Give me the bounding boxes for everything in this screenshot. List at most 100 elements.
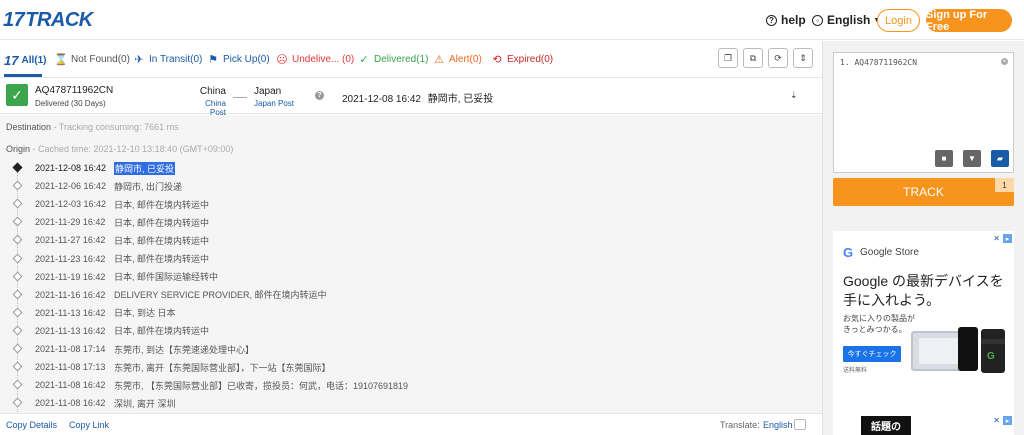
event-time: 2021-12-03 16:42 bbox=[35, 199, 107, 210]
filter-icon: ▼ bbox=[968, 154, 976, 163]
event-description: 东莞市, 离开【东莞国际营业部】，下一站【东莞国际】 bbox=[114, 362, 331, 373]
tab-in-transit[interactable]: ✈ In Transit(0) bbox=[133, 53, 202, 66]
timeline-dot-icon bbox=[12, 289, 23, 300]
ad-choices-icon[interactable]: ▸ bbox=[1003, 234, 1012, 243]
clear-icon[interactable]: × bbox=[1001, 58, 1008, 65]
timeline-dot-icon bbox=[12, 198, 23, 209]
copy-details-link[interactable]: Copy Details bbox=[6, 420, 57, 430]
login-button[interactable]: Login bbox=[877, 9, 920, 32]
tab-label: Pick Up(0) bbox=[223, 53, 270, 65]
event-description: 深圳, 离开 深圳 bbox=[114, 398, 176, 409]
status-tabs: 17 All(1) ⌛ Not Found(0) ✈ In Transit(0)… bbox=[0, 41, 822, 78]
event-description: 东莞市, 【东莞国际营业部】已收寄，揽投员：何武，电话：19107691819 bbox=[114, 380, 409, 391]
logo[interactable]: 17 TRACK bbox=[3, 8, 93, 32]
tab-pick-up[interactable]: ⚑ Pick Up(0) bbox=[207, 53, 270, 66]
event-description: 日本, 邮件国际运输经转中 bbox=[114, 272, 219, 283]
expand-toggle-icon[interactable]: ⇣ bbox=[790, 90, 798, 101]
tab-expired[interactable]: ⟲ Expired(0) bbox=[491, 53, 554, 66]
timeline-dot-icon bbox=[12, 379, 23, 390]
event-description: 日本, 邮件在境内转运中 bbox=[114, 235, 210, 246]
language-selector[interactable]: ◦ English ▼ bbox=[812, 13, 880, 27]
detail-footer: Copy Details Copy Link Translate: Englis… bbox=[0, 413, 822, 435]
trash-icon: ■ bbox=[941, 154, 947, 163]
event-description: 日本, 邮件在境内转运中 bbox=[114, 326, 210, 337]
section-title: Origin bbox=[6, 144, 31, 154]
warning-icon: ⚠ bbox=[434, 53, 444, 66]
copy-all-button[interactable]: ⧉ bbox=[743, 48, 763, 68]
timeline-dot-icon bbox=[12, 361, 23, 372]
timeline-event: 2021-12-06 16:42 静岡市, 出门投递 bbox=[0, 177, 822, 195]
ad-fineprint: 送料無料 bbox=[843, 368, 868, 374]
event-time: 2021-11-13 16:42 bbox=[35, 325, 106, 336]
ad-choices-icon[interactable]: ▸ bbox=[1003, 416, 1012, 425]
tab-alert[interactable]: ⚠ Alert(0) bbox=[433, 53, 482, 66]
event-time: 2021-11-27 16:42 bbox=[35, 235, 106, 246]
origin-info: China China Post bbox=[190, 86, 226, 117]
translate-language[interactable]: English bbox=[763, 420, 793, 430]
event-time: 2021-12-06 16:42 bbox=[35, 181, 107, 192]
copy-link-link[interactable]: Copy Link bbox=[69, 420, 109, 430]
timeline-event: 2021-11-19 16:42 日本, 邮件国际运输经转中 bbox=[0, 268, 822, 286]
event-description: 日本, 邮件在境内转运中 bbox=[114, 199, 210, 210]
ad-close-icon[interactable]: ✕ bbox=[993, 416, 1000, 425]
tab-label: Alert(0) bbox=[449, 53, 482, 65]
event-time: 2021-11-13 16:42 bbox=[35, 307, 106, 318]
event-time: 2021-11-08 17:14 bbox=[35, 344, 106, 354]
question-icon: ? bbox=[766, 14, 777, 26]
tracking-number-textarea[interactable]: 1. AQ478711962CN × ■ ▼ ▰ bbox=[833, 52, 1014, 173]
tab-all[interactable]: 17 All(1) bbox=[4, 53, 46, 68]
event-time: 2021-11-08 17:13 bbox=[35, 362, 106, 373]
tab-delivered[interactable]: ✓ Delivered(1) bbox=[358, 53, 429, 66]
track-count-badge: 1 bbox=[995, 178, 1014, 192]
copy-icon: ❐ bbox=[723, 52, 733, 63]
timeline-dot-icon bbox=[12, 343, 23, 354]
second-ad[interactable]: 話題の ▸ ✕ bbox=[833, 413, 1014, 435]
event-description: 静岡市, 出门投递 bbox=[114, 181, 183, 192]
ad-sub-line: お気に入りの製品が bbox=[843, 314, 915, 323]
event-time: 2021-11-08 16:42 bbox=[35, 398, 106, 409]
tab-label: Expired(0) bbox=[507, 53, 554, 65]
latest-desc: 静岡市, 已妥投 bbox=[427, 94, 494, 105]
timeline-event: 2021-11-29 16:42 日本, 邮件在境内转运中 bbox=[0, 213, 822, 231]
ad-close-icon[interactable]: ✕ bbox=[993, 234, 1000, 243]
tab-not-found[interactable]: ⌛ Not Found(0) bbox=[54, 53, 130, 66]
tracking-number: AQ478711962CN bbox=[35, 85, 114, 96]
refresh-button[interactable]: ⟳ bbox=[768, 48, 788, 68]
delete-button[interactable]: ■ bbox=[935, 150, 953, 167]
logo-text: TRACK bbox=[25, 8, 93, 31]
track-button[interactable]: TRACK bbox=[833, 178, 1014, 206]
section-note: - Tracking consuming: 7661 ms bbox=[51, 122, 179, 132]
copy-button[interactable]: ❐ bbox=[718, 48, 738, 68]
flag-icon: ⚑ bbox=[208, 53, 218, 66]
timeline-event: 2021-11-27 16:42 日本, 邮件在境内转运中 bbox=[0, 231, 822, 249]
timeline-dot-icon bbox=[12, 216, 23, 227]
tab-label: Delivered(1) bbox=[374, 53, 429, 65]
origin-section-label: Origin - Cached time: 2021-12-10 13:18:4… bbox=[6, 144, 233, 154]
question-icon[interactable]: ? bbox=[315, 91, 324, 100]
timeline-dot-icon bbox=[12, 271, 23, 282]
timeline-event: 2021-11-08 16:42 东莞市, 【东莞国际营业部】已收寄，揽投员：何武… bbox=[0, 376, 822, 394]
ad-cta-button[interactable]: 今すぐチェック bbox=[843, 346, 901, 362]
tab-undelivered[interactable]: ☹ Undelive... (0) bbox=[276, 53, 354, 66]
17-badge-icon: 17 bbox=[4, 53, 19, 68]
latest-event: 2021-12-08 16:42 静岡市, 已妥投 bbox=[342, 90, 493, 105]
timeline-event: 2021-11-08 16:42 深圳, 离开 深圳 bbox=[0, 394, 822, 412]
help-link[interactable]: ? help bbox=[766, 13, 806, 27]
google-g-icon: G bbox=[987, 351, 995, 362]
plane-icon: ✈ bbox=[134, 53, 144, 66]
timeline-event: 2021-12-08 16:42 静岡市, 已妥投 bbox=[0, 159, 822, 177]
carrier-button[interactable]: ▰ bbox=[991, 150, 1009, 167]
destination-carrier-link[interactable]: Japan Post bbox=[254, 99, 294, 108]
phone-image bbox=[958, 327, 978, 371]
collapse-all-button[interactable]: ⇕ bbox=[793, 48, 813, 68]
signup-button[interactable]: Sign up For Free bbox=[926, 9, 1012, 33]
event-description: 日本, 到达 日本 bbox=[114, 308, 176, 319]
shipment-row[interactable]: ✓ AQ478711962CN Delivered (30 Days) Chin… bbox=[0, 78, 822, 117]
translate-toggle[interactable] bbox=[794, 419, 806, 430]
ad-sub-line: きっとみつかる。 bbox=[843, 325, 907, 334]
timeline-dot-icon bbox=[12, 397, 23, 408]
ad-brand: G Google Store bbox=[843, 246, 919, 259]
timeline-dot-icon bbox=[12, 253, 23, 263]
google-store-ad[interactable]: ▸ ✕ G Google Store Google の最新デバイスを手に入れよう… bbox=[833, 231, 1014, 414]
filter-button[interactable]: ▼ bbox=[963, 150, 981, 167]
